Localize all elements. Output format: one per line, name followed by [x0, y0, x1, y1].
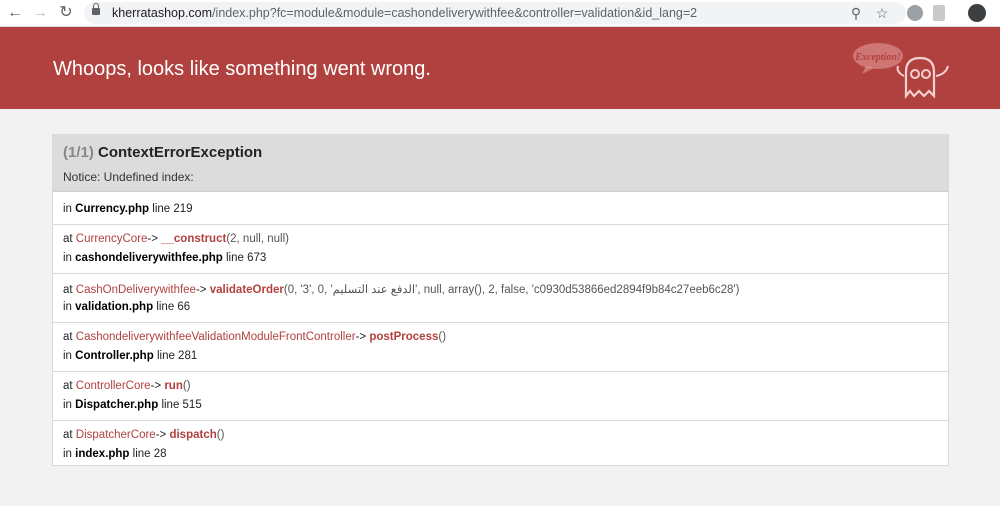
- trace-line: line 66: [156, 301, 191, 313]
- profile-avatar[interactable]: [968, 4, 986, 22]
- exception-name: ContextErrorException: [98, 144, 263, 161]
- back-arrow-icon[interactable]: ←: [6, 4, 24, 22]
- trace-file: Currency.php: [75, 203, 150, 215]
- trace-method: run: [164, 380, 183, 392]
- trace-line: line 281: [156, 350, 198, 362]
- trace-class: CashondeliverywithfeeValidationModuleFro…: [75, 331, 356, 343]
- trace-line: line 515: [161, 399, 202, 411]
- trace-args: (): [438, 331, 447, 343]
- trace-line: line 28: [132, 448, 167, 460]
- address-bar[interactable]: kherratashop.com/index.php?fc=module&mod…: [84, 2, 906, 24]
- trace-file: Controller.php: [75, 350, 154, 362]
- url-text[interactable]: kherratashop.com/index.php?fc=module&mod…: [112, 5, 697, 21]
- exception-message: Notice: Undefined index:: [63, 170, 194, 184]
- trace-args: (): [216, 429, 225, 441]
- reload-icon[interactable]: ↻: [57, 4, 75, 22]
- trace-line: line 219: [152, 203, 193, 215]
- error-header: Whoops, looks like something went wrong.…: [0, 27, 1000, 109]
- exception-panel: (1/1) ContextErrorException Notice: Unde…: [52, 134, 949, 466]
- trace-row: at ControllerCore-> run() in Dispatcher.…: [53, 372, 948, 421]
- trace-class: ControllerCore: [75, 380, 151, 392]
- exception-count: (1/1): [63, 144, 94, 161]
- page-title: Whoops, looks like something went wrong.: [53, 58, 431, 80]
- trace-args: (): [182, 380, 191, 392]
- trace-row: in Currency.php line 219: [53, 192, 948, 225]
- exception-header: (1/1) ContextErrorException Notice: Unde…: [53, 135, 948, 192]
- bookmark-star-icon[interactable]: ☆: [874, 5, 890, 21]
- browser-toolbar: ← → ↻ kherratashop.com/index.php?fc=modu…: [0, 0, 1000, 27]
- trace-line: line 673: [225, 252, 267, 264]
- trace-file: validation.php: [75, 301, 154, 313]
- forward-arrow-icon[interactable]: →: [31, 4, 49, 22]
- trace-args: (0, '3', 0, 'الدفع عند التسليم', null, a…: [283, 284, 740, 296]
- trace-file: Dispatcher.php: [75, 399, 159, 411]
- trace-method: postProcess: [369, 331, 439, 343]
- zoom-icon[interactable]: ⚲: [848, 5, 864, 21]
- trace-class: CashOnDeliverywithfee: [75, 284, 196, 296]
- exception-title: (1/1) ContextErrorException: [63, 144, 262, 161]
- trace-method: validateOrder: [209, 284, 284, 296]
- mascot-badge-text: Exception!: [854, 52, 901, 63]
- trace-row: at DispatcherCore-> dispatch() in index.…: [63, 429, 225, 460]
- extension-pdf-icon[interactable]: [933, 5, 945, 21]
- trace-file: cashondeliverywithfee.php: [75, 252, 223, 264]
- trace-method: dispatch: [169, 429, 217, 441]
- exception-ghost-icon: Exception!: [853, 43, 949, 100]
- extension-abp-icon[interactable]: [907, 5, 923, 21]
- trace-row: at CashOnDeliverywithfee-> validateOrder…: [53, 274, 948, 323]
- trace-method: __construct: [161, 233, 227, 245]
- trace-row: at CurrencyCore-> __construct(2, null, n…: [53, 225, 948, 274]
- trace-args: (2, null, null): [226, 233, 289, 245]
- trace-row: at CashondeliverywithfeeValidationModule…: [53, 323, 948, 372]
- trace-class: CurrencyCore: [75, 233, 148, 245]
- trace-class: DispatcherCore: [75, 429, 156, 441]
- trace-file: index.php: [75, 448, 130, 460]
- lock-icon: [92, 3, 100, 16]
